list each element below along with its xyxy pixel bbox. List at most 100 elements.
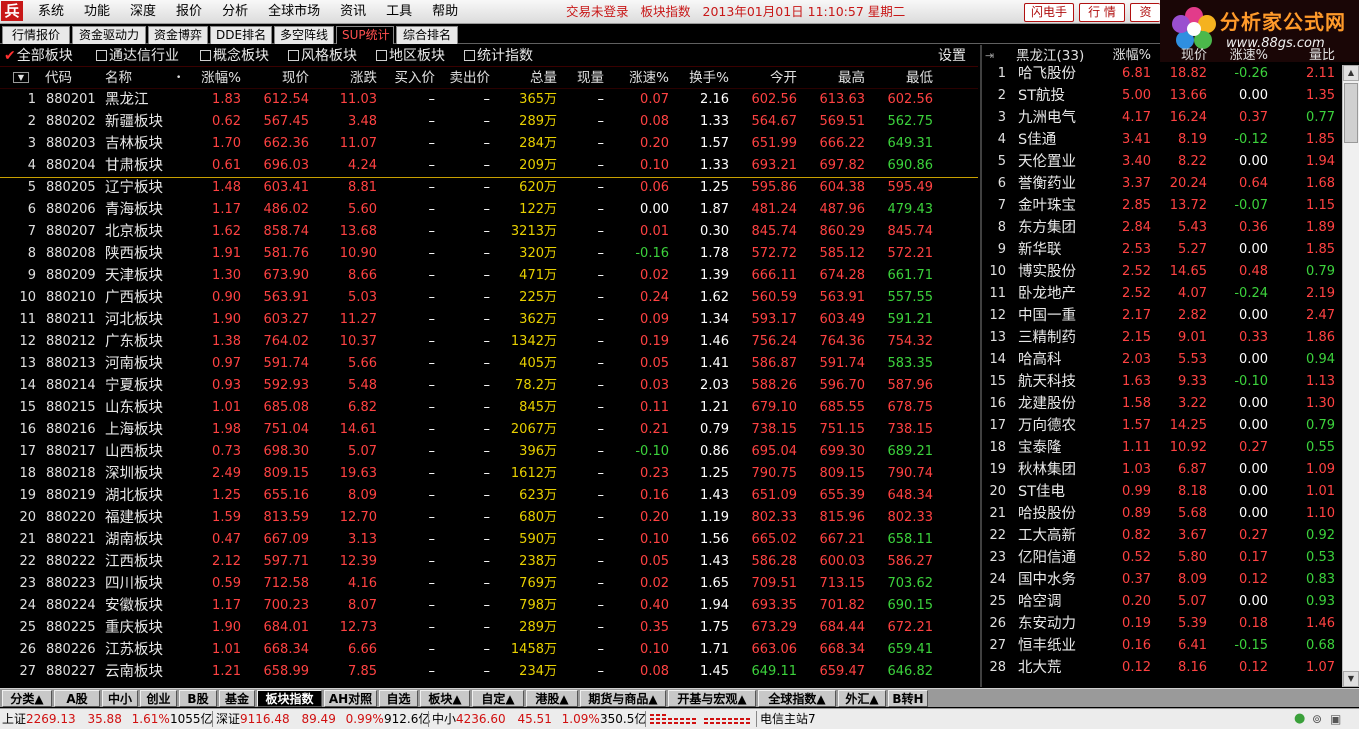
market-tab[interactable]: 自选 [379,690,418,707]
scroll-up-icon[interactable]: ▲ [1343,65,1359,81]
constituent-row[interactable]: 16 龙建股份 1.58 3.22 0.00 1.30 [982,393,1342,415]
table-row[interactable]: 20 880220 福建板块 1.59 813.59 12.70 – – 680万 – 0.20 1.… [0,507,978,529]
checkbox[interactable] [464,50,475,61]
column-header[interactable]: 涨幅% [201,67,241,89]
tray-icon[interactable]: ▣ [1330,709,1341,729]
column-header[interactable]: 现量 [577,67,604,89]
market-tab[interactable]: 自定▲ [472,690,524,707]
market-tab[interactable]: 外汇▲ [838,690,886,707]
filter-option[interactable]: 概念板块 [200,47,269,65]
constituent-row[interactable]: 4 S佳通 3.41 8.19 -0.12 1.85 [982,129,1342,151]
market-tab[interactable]: 港股▲ [526,690,578,707]
table-row[interactable]: 27 880227 云南板块 1.21 658.99 7.85 – – 234万 – 0.08 1.4… [0,661,978,683]
column-header[interactable]: 换手% [689,67,729,89]
column-header[interactable]: 代码 [45,67,72,89]
menu-item[interactable]: 资讯 [330,0,376,24]
market-tab[interactable]: 创业 [140,690,177,707]
filter-option[interactable]: 地区板块 [376,47,445,65]
top-tab[interactable]: 资金博弈 [148,26,208,44]
constituent-row[interactable]: 3 九洲电气 4.17 16.24 0.37 0.77 [982,107,1342,129]
scroll-down-icon[interactable]: ▼ [1343,671,1359,687]
filter-option[interactable]: 统计指数 [464,47,533,65]
filter-option[interactable]: 风格板块 [288,47,357,65]
column-header[interactable]: 涨跌 [350,67,377,89]
column-header[interactable]: 最高 [838,67,865,89]
market-tab[interactable]: 分类▲ [2,690,52,707]
constituent-row[interactable]: 1 哈飞股份 6.81 18.82 -0.26 2.11 [982,63,1342,85]
sort-menu-icon[interactable]: ▼ [13,72,29,83]
table-row[interactable]: 19 880219 湖北板块 1.25 655.16 8.09 – – 623万 – 0.16 1.4… [0,485,978,507]
constituent-row[interactable]: 19 秋林集团 1.03 6.87 0.00 1.09 [982,459,1342,481]
constituent-row[interactable]: 20 ST佳电 0.99 8.18 0.00 1.01 [982,481,1342,503]
table-row[interactable]: 17 880217 山西板块 0.73 698.30 5.07 – – 396万 – -0.10 0.… [0,441,978,463]
quote-button[interactable]: 行 情 [1079,3,1125,22]
info-button[interactable]: 资 [1130,3,1160,22]
connection-icon[interactable]: ● [1294,709,1305,729]
constituent-row[interactable]: 8 东方集团 2.84 5.43 0.36 1.89 [982,217,1342,239]
table-row[interactable]: 9 880209 天津板块 1.30 673.90 8.66 – – 471万 – 0.02 1.39… [0,265,978,287]
column-header[interactable]: 今开 [770,67,797,89]
filter-option[interactable]: ✔全部板块 [4,47,73,65]
constituent-row[interactable]: 2 ST航投 5.00 13.66 0.00 1.35 [982,85,1342,107]
table-row[interactable]: 21 880221 湖南板块 0.47 667.09 3.13 – – 590万 – 0.10 1.5… [0,529,978,551]
table-row[interactable]: 16 880216 上海板块 1.98 751.04 14.61 – – 2067万 – 0.21 0… [0,419,978,441]
market-tab[interactable]: 开基与宏观▲ [668,690,756,707]
table-row[interactable]: 4 880204 甘肃板块 0.61 696.03 4.24 – – 209万 – 0.10 1.33… [0,155,978,177]
column-header[interactable]: 涨速% [629,67,669,89]
table-row[interactable]: 18 880218 深圳板块 2.49 809.15 19.63 – – 1612万 – 0.23 1… [0,463,978,485]
menu-item[interactable]: 系统 [28,0,74,24]
table-row[interactable]: 1 880201 黑龙江 1.83 612.54 11.03 – – 365万 – 0.07 2.16… [0,89,978,111]
checkbox[interactable] [376,50,387,61]
constituent-row[interactable]: 28 北大荒 0.12 8.16 0.12 1.07 [982,657,1342,679]
zx-index[interactable]: 中小4236.60 45.51 1.09% [432,709,600,729]
constituent-row[interactable]: 21 哈投股份 0.89 5.68 0.00 1.10 [982,503,1342,525]
constituent-row[interactable]: 23 亿阳信通 0.52 5.80 0.17 0.53 [982,547,1342,569]
settings-button[interactable]: 设置 [938,47,966,65]
market-tab[interactable]: 全球指数▲ [758,690,836,707]
menu-item[interactable]: 全球市场 [258,0,330,24]
sh-index[interactable]: 上证2269.13 35.88 1.61% [2,709,170,729]
flash-trade-button[interactable]: 闪电手 [1024,3,1074,22]
constituent-row[interactable]: 22 工大高新 0.82 3.67 0.27 0.92 [982,525,1342,547]
market-tab[interactable]: A股 [54,690,100,707]
table-row[interactable]: 26 880226 江苏板块 1.01 668.34 6.66 – – 1458万 – 0.10 1.… [0,639,978,661]
menu-item[interactable]: 深度 [120,0,166,24]
constituent-row[interactable]: 11 卧龙地产 2.52 4.07 -0.24 2.19 [982,283,1342,305]
column-header[interactable]: 买入价 [395,67,436,89]
top-tab[interactable]: 行情报价 [2,26,70,44]
market-tab[interactable]: 基金 [219,690,255,707]
menu-item[interactable]: 工具 [376,0,422,24]
table-row[interactable]: 24 880224 安徽板块 1.17 700.23 8.07 – – 798万 – 0.40 1.9… [0,595,978,617]
market-tab[interactable]: 期货与商品▲ [580,690,666,707]
top-tab[interactable]: DDE排名 [210,26,272,44]
column-header[interactable]: 现价 [282,67,309,89]
menu-item[interactable]: 功能 [74,0,120,24]
constituent-row[interactable]: 18 宝泰隆 1.11 10.92 0.27 0.55 [982,437,1342,459]
server-status[interactable]: 电信主站7 [760,709,816,729]
constituent-row[interactable]: 12 中国一重 2.17 2.82 0.00 2.47 [982,305,1342,327]
menu-item[interactable]: 帮助 [422,0,468,24]
constituent-row[interactable]: 9 新华联 2.53 5.27 0.00 1.85 [982,239,1342,261]
column-header[interactable]: 总量 [530,67,557,89]
market-tab[interactable]: 板块▲ [420,690,470,707]
column-header[interactable]: 名称 [105,67,132,89]
market-tab[interactable]: 板块指数 [257,690,322,707]
constituent-row[interactable]: 26 东安动力 0.19 5.39 0.18 1.46 [982,613,1342,635]
table-row[interactable]: 15 880215 山东板块 1.01 685.08 6.82 – – 845万 – 0.11 1.2… [0,397,978,419]
table-row[interactable]: 11 880211 河北板块 1.90 603.27 11.27 – – 362万 – 0.09 1.… [0,309,978,331]
table-row[interactable]: 3 880203 吉林板块 1.70 662.36 11.07 – – 284万 – 0.20 1.5… [0,133,978,155]
market-tab[interactable]: AH对照 [324,690,377,707]
table-row[interactable]: 13 880213 河南板块 0.97 591.74 5.66 – – 405万 – 0.05 1.4… [0,353,978,375]
scroll-thumb[interactable] [1344,83,1358,143]
checkbox[interactable] [288,50,299,61]
signal-icon[interactable]: ⊚ [1312,709,1322,729]
column-header[interactable]: 最低 [906,67,933,89]
market-tab[interactable]: B转H [888,690,928,707]
market-tab[interactable]: B股 [179,690,217,707]
constituent-row[interactable]: 27 恒丰纸业 0.16 6.41 -0.15 0.68 [982,635,1342,657]
top-tab[interactable]: SUP统计 [336,26,394,44]
column-header[interactable]: 卖出价 [450,67,491,89]
top-tab[interactable]: 资金驱动力 [72,26,146,44]
table-row[interactable]: 2 880202 新疆板块 0.62 567.45 3.48 – – 289万 – 0.08 1.33… [0,111,978,133]
table-row[interactable]: 14 880214 宁夏板块 0.93 592.93 5.48 – – 78.2万 – 0.03 2.… [0,375,978,397]
